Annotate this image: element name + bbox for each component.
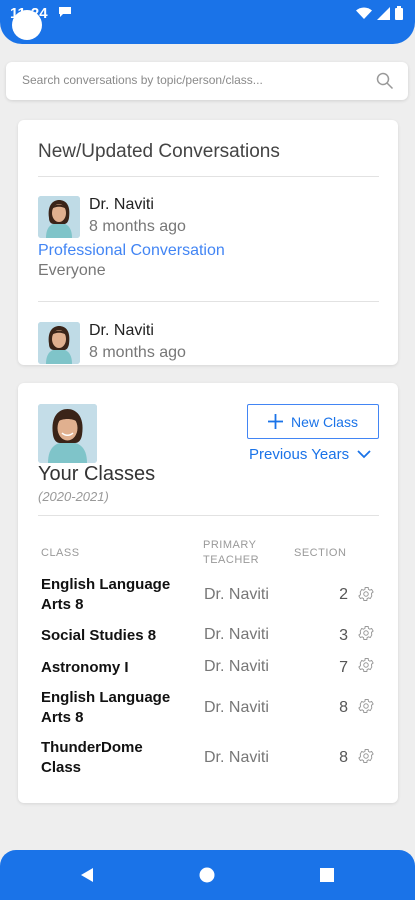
divider — [38, 176, 379, 177]
classes-card: New Class Previous Years Your Classes (2… — [18, 383, 398, 803]
conversation-author: Dr. Naviti — [89, 322, 154, 339]
conversation-audience: Everyone — [38, 262, 106, 279]
class-teacher: Dr. Naviti — [204, 699, 269, 716]
class-name-line2: Arts 8 — [41, 596, 84, 613]
table-row[interactable]: Social Studies 8 Dr. Naviti 3 — [18, 624, 398, 648]
column-header-teacher: TEACHER — [203, 554, 260, 566]
conversation-item[interactable]: Dr. Naviti 8 months ago — [38, 320, 379, 365]
new-class-button[interactable]: New Class — [247, 404, 379, 439]
new-class-label: New Class — [291, 413, 358, 430]
class-name-line1: Social Studies 8 — [41, 627, 157, 644]
column-header-primary: PRIMARY — [203, 539, 257, 551]
search-icon[interactable] — [376, 72, 394, 90]
class-teacher: Dr. Naviti — [204, 626, 269, 643]
gear-icon[interactable] — [357, 747, 375, 765]
avatar — [38, 196, 80, 238]
table-row[interactable]: English Language Arts 8 Dr. Naviti 8 — [18, 688, 398, 728]
conversation-item[interactable]: Dr. Naviti 8 months ago Professional Con… — [38, 194, 379, 284]
previous-years-dropdown[interactable]: Previous Years — [249, 446, 371, 463]
class-section: 2 — [339, 586, 348, 603]
class-name: ThunderDome Class — [41, 738, 201, 778]
class-name: Social Studies 8 — [41, 626, 201, 646]
class-section: 7 — [339, 659, 348, 676]
status-bar: 11:24 — [0, 0, 415, 44]
class-teacher: Dr. Naviti — [204, 586, 269, 603]
camera-cutout — [12, 10, 42, 40]
conversations-title: New/Updated Conversations — [38, 141, 280, 162]
class-name: English Language Arts 8 — [41, 688, 201, 728]
back-icon[interactable] — [79, 867, 95, 883]
class-name-line2: Class — [41, 759, 82, 776]
gear-icon[interactable] — [357, 624, 375, 642]
table-row[interactable]: English Language Arts 8 Dr. Naviti 2 — [18, 575, 398, 615]
class-teacher: Dr. Naviti — [204, 658, 269, 675]
class-name-line1: English Language — [41, 576, 171, 593]
gear-icon[interactable] — [357, 656, 375, 674]
column-header-section: SECTION — [294, 547, 347, 559]
class-name: Astronomy I — [41, 658, 201, 678]
home-icon[interactable] — [199, 867, 215, 883]
class-name-line1: English Language — [41, 689, 171, 706]
search-bar — [6, 62, 408, 100]
chevron-down-icon — [357, 450, 371, 459]
conversations-card: New/Updated Conversations Dr. Naviti 8 m… — [18, 120, 398, 365]
column-header-class: CLASS — [41, 547, 80, 559]
plus-icon — [268, 414, 284, 429]
system-nav-bar — [0, 850, 415, 900]
class-name: English Language Arts 8 — [41, 575, 201, 615]
class-name-line1: ThunderDome — [41, 739, 143, 756]
table-row[interactable]: ThunderDome Class Dr. Naviti 8 — [18, 738, 398, 778]
class-name-line2: Arts 8 — [41, 709, 84, 726]
year-range: (2020-2021) — [38, 489, 109, 504]
status-icons — [356, 6, 403, 20]
conversation-time: 8 months ago — [89, 344, 186, 361]
search-input[interactable] — [22, 73, 362, 87]
wifi-icon — [356, 7, 372, 19]
avatar — [38, 404, 97, 463]
gear-icon[interactable] — [357, 697, 375, 715]
cell-signal-icon — [377, 6, 390, 20]
conversation-topic-link[interactable]: Professional Conversation — [38, 242, 225, 260]
class-section: 3 — [339, 627, 348, 644]
class-name-line1: Astronomy I — [41, 659, 129, 676]
class-section: 8 — [339, 749, 348, 766]
recents-icon[interactable] — [319, 867, 335, 883]
battery-icon — [395, 6, 403, 20]
divider — [38, 515, 379, 516]
gear-icon[interactable] — [357, 585, 375, 603]
divider — [38, 301, 379, 302]
table-row[interactable]: Astronomy I Dr. Naviti 7 — [18, 656, 398, 680]
conversation-author: Dr. Naviti — [89, 196, 154, 213]
conversation-time: 8 months ago — [89, 218, 186, 235]
class-section: 8 — [339, 699, 348, 716]
your-classes-title: Your Classes — [38, 463, 156, 485]
class-teacher: Dr. Naviti — [204, 749, 269, 766]
previous-years-label: Previous Years — [249, 446, 350, 463]
chat-notification-icon — [59, 7, 71, 17]
avatar — [38, 322, 80, 364]
